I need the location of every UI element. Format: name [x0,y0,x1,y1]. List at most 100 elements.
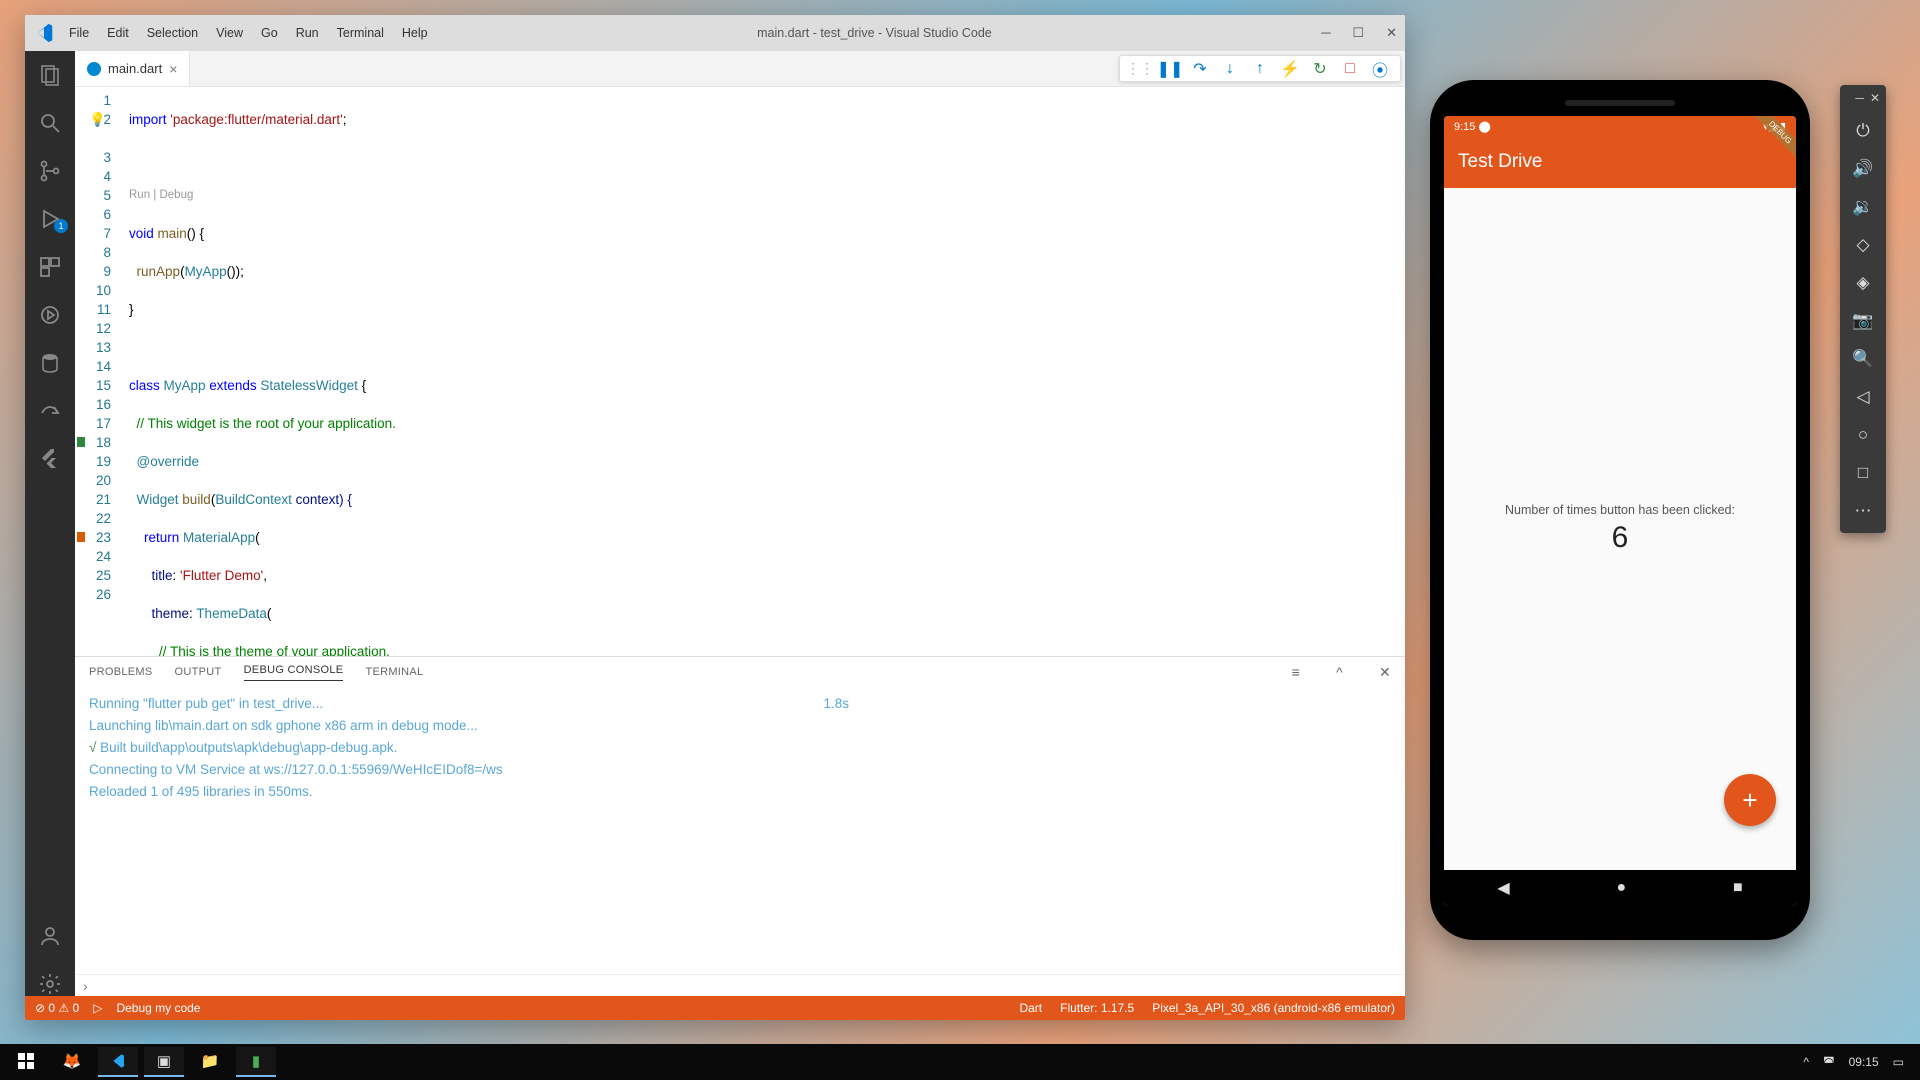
status-run-icon[interactable]: ▷ [93,1001,102,1015]
emu-zoom-icon[interactable]: 🔍 [1851,347,1875,371]
activity-bar: 1 [25,51,75,996]
account-icon[interactable] [38,924,62,948]
menu-help[interactable]: Help [402,26,428,40]
phone-screen[interactable]: 9:15 ⬤ ▾◢ ▮ DEBUG Test Drive Number of t… [1444,116,1796,906]
share-icon[interactable] [38,399,62,423]
source-control-icon[interactable] [38,159,62,183]
counter-value: 6 [1612,521,1629,555]
menu-terminal[interactable]: Terminal [337,26,384,40]
menu-view[interactable]: View [216,26,243,40]
nav-back-icon[interactable]: ◀ [1497,878,1509,898]
tab-output[interactable]: OUTPUT [175,666,222,678]
menu-edit[interactable]: Edit [107,26,129,40]
fab-add-button[interactable]: + [1724,774,1776,826]
code-editor[interactable]: 1 💡2 3 4 5 6 7 8 9 10 11 12 13 14 15 1 [75,87,1405,656]
emu-rotate-left-icon[interactable]: ◇ [1851,233,1875,257]
debug-console[interactable]: Running "flutter pub get" in test_drive.… [75,687,1405,974]
tab-label: main.dart [108,61,162,76]
emu-home-icon[interactable]: ○ [1851,423,1875,447]
pause-icon[interactable]: ❚❚ [1160,59,1180,79]
emu-close-icon[interactable]: ✕ [1870,91,1880,105]
filter-icon[interactable]: ≡ [1292,664,1300,680]
status-flutter[interactable]: Flutter: 1.17.5 [1060,1001,1134,1015]
status-device[interactable]: Pixel_3a_API_30_x86 (android-x86 emulato… [1152,1001,1395,1015]
nav-recent-icon[interactable]: ■ [1733,879,1743,897]
vscode-window: File Edit Selection View Go Run Terminal… [25,15,1405,1020]
earpiece [1565,100,1675,106]
emu-camera-icon[interactable]: 📷 [1851,309,1875,333]
console-input[interactable]: › [75,974,1405,996]
emu-back-icon[interactable]: ◁ [1851,385,1875,409]
dart-file-icon [87,62,101,76]
menu-run[interactable]: Run [296,26,319,40]
phone-clock: 9:15 ⬤ [1454,120,1491,133]
test-icon[interactable] [38,303,62,327]
panel-tabs: PROBLEMS OUTPUT DEBUG CONSOLE TERMINAL ≡… [75,657,1405,687]
drag-handle-icon[interactable]: ⋮⋮ [1130,59,1150,79]
minimize-button[interactable]: ─ [1321,25,1330,41]
tray-chevron-icon[interactable]: ^ [1803,1055,1809,1069]
tray-notifications-icon[interactable]: ▭ [1893,1055,1904,1069]
step-over-icon[interactable]: ↷ [1190,59,1210,79]
settings-gear-icon[interactable] [38,972,62,996]
taskbar-firefox-icon[interactable]: 🦊 [52,1047,92,1077]
tab-main-dart[interactable]: main.dart × [75,51,190,86]
status-errors[interactable]: ⊘ 0 ⚠ 0 [35,1001,79,1015]
status-debug-label[interactable]: Debug my code [116,1001,200,1015]
menu-go[interactable]: Go [261,26,278,40]
emulator-toolbar: ─ ✕ ⏻ 🔊 🔉 ◇ ◈ 📷 🔍 ◁ ○ □ ⋯ [1840,85,1886,533]
counter-label: Number of times button has been clicked: [1505,503,1735,517]
tab-close-icon[interactable]: × [169,61,177,77]
db-icon[interactable] [38,351,62,375]
emu-minimize-icon[interactable]: ─ [1855,91,1864,105]
android-nav-bar: ◀ ● ■ [1444,870,1796,906]
debug-ribbon: DEBUG [1736,116,1796,176]
emu-more-icon[interactable]: ⋯ [1851,499,1875,523]
status-dart[interactable]: Dart [1019,1001,1042,1015]
step-out-icon[interactable]: ↑ [1250,59,1270,79]
titlebar: File Edit Selection View Go Run Terminal… [25,15,1405,51]
app-title: Test Drive [1458,151,1542,173]
maximize-button[interactable]: ☐ [1352,25,1364,41]
taskbar-explorer-icon[interactable]: 📁 [190,1047,230,1077]
menu-selection[interactable]: Selection [147,26,198,40]
tray-wifi-icon[interactable]: ◚ [1823,1055,1835,1069]
widget-inspector-icon[interactable]: ⦿ [1370,59,1390,79]
modified-glyph [77,437,85,447]
codelens-run-debug[interactable]: Run | Debug [125,186,1405,205]
flutter-icon[interactable] [38,447,62,471]
search-icon[interactable] [38,111,62,135]
emulator-phone: 9:15 ⬤ ▾◢ ▮ DEBUG Test Drive Number of t… [1430,80,1810,940]
run-debug-icon[interactable]: 1 [38,207,62,231]
extensions-icon[interactable] [38,255,62,279]
tab-terminal[interactable]: TERMINAL [365,666,423,678]
hot-reload-icon[interactable]: ⚡ [1280,59,1300,79]
step-into-icon[interactable]: ↓ [1220,59,1240,79]
lightbulb-icon[interactable]: 💡 [89,110,106,129]
windows-taskbar: 🦊 ▣ 📁 ▮ ^ ◚ 09:15 ▭ [0,1044,1920,1080]
taskbar-vscode-icon[interactable] [98,1047,138,1077]
emu-volume-up-icon[interactable]: 🔊 [1851,157,1875,181]
emu-power-icon[interactable]: ⏻ [1851,119,1875,143]
taskbar-start-icon[interactable] [6,1047,46,1077]
tab-debug-console[interactable]: DEBUG CONSOLE [244,664,344,681]
nav-home-icon[interactable]: ● [1616,879,1626,897]
panel-close-icon[interactable]: ✕ [1379,664,1391,681]
code-lines[interactable]: import 'package:flutter/material.dart'; … [125,87,1405,656]
close-button[interactable]: ✕ [1386,25,1397,41]
emu-volume-down-icon[interactable]: 🔉 [1851,195,1875,219]
explorer-icon[interactable] [38,63,62,87]
taskbar-app-icon[interactable]: ▮ [236,1047,276,1077]
tab-problems[interactable]: PROBLEMS [89,666,153,678]
editor-area: main.dart × ⋮⋮ ❚❚ ↷ ↓ ↑ ⚡ ↻ □ ⦿ [75,51,1405,996]
panel-collapse-icon[interactable]: ^ [1336,664,1343,680]
stop-icon[interactable]: □ [1340,59,1360,79]
emu-overview-icon[interactable]: □ [1851,461,1875,485]
taskbar-terminal-icon[interactable]: ▣ [144,1047,184,1077]
gutter: 1 💡2 3 4 5 6 7 8 9 10 11 12 13 14 15 1 [75,87,125,656]
tray-clock[interactable]: 09:15 [1849,1055,1879,1069]
tab-bar: main.dart × ⋮⋮ ❚❚ ↷ ↓ ↑ ⚡ ↻ □ ⦿ [75,51,1405,87]
menu-file[interactable]: File [69,26,89,40]
emu-rotate-right-icon[interactable]: ◈ [1851,271,1875,295]
restart-icon[interactable]: ↻ [1310,59,1330,79]
